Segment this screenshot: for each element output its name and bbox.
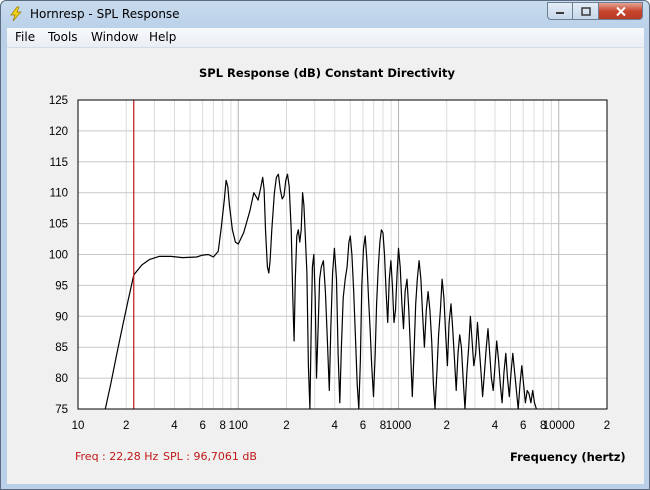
x-tick-label-1: 2 [123, 420, 129, 432]
window-title: Hornresp - SPL Response [30, 7, 180, 21]
menu-window[interactable]: Window [91, 30, 138, 44]
x-tick-label-4: 8 [220, 420, 226, 432]
x-tick-label-15: 10000 [543, 420, 575, 432]
y-tick-label-6: 95 [55, 280, 68, 292]
x-tick-label-12: 4 [492, 420, 499, 432]
y-tick-label-10: 75 [55, 404, 68, 416]
app-window: Hornresp - SPL Response File Tools Windo… [0, 0, 650, 490]
x-tick-label-11: 2 [444, 420, 450, 432]
x-tick-label-2: 4 [171, 420, 178, 432]
caption-buttons [547, 2, 643, 20]
close-button[interactable] [599, 2, 643, 20]
x-axis-title: Frequency (hertz) [510, 450, 626, 464]
y-tick-label-3: 110 [50, 188, 68, 200]
x-tick-label-13: 6 [520, 420, 526, 432]
close-icon [615, 6, 626, 16]
chart-area[interactable]: SPL Response (dB) Constant Directivity 1… [7, 48, 644, 484]
x-tick-label-3: 6 [199, 420, 205, 432]
spl-readout: SPL : 96,7061 dB [163, 450, 257, 463]
y-tick-label-9: 80 [55, 373, 68, 385]
x-tick-label-10: 1000 [386, 420, 412, 432]
y-tick-label-5: 100 [49, 250, 68, 262]
y-tick-label-8: 85 [55, 342, 68, 354]
x-tick-label-0: 10 [72, 420, 85, 432]
x-tick-label-8: 6 [360, 420, 366, 432]
y-tick-label-1: 120 [49, 126, 68, 138]
menu-help[interactable]: Help [149, 30, 176, 44]
x-tick-label-5: 100 [229, 420, 248, 432]
menu-bar: File Tools Window Help [7, 28, 644, 48]
lightning-bolt-icon [10, 6, 22, 22]
y-tick-label-0: 125 [49, 95, 68, 107]
minimize-icon [556, 12, 564, 14]
minimize-button[interactable] [547, 2, 573, 20]
y-tick-label-4: 105 [49, 219, 68, 231]
maximize-icon [580, 6, 591, 16]
y-tick-label-7: 90 [55, 311, 68, 323]
title-bar[interactable]: Hornresp - SPL Response [1, 1, 649, 27]
menu-tools[interactable]: Tools [48, 30, 78, 44]
x-tick-label-16: 2 [604, 420, 610, 432]
spl-chart[interactable]: 125120115110105100959085807510 2 4 6 8 100 2 4 6… [7, 48, 644, 484]
freq-readout: Freq : 22,28 Hz [75, 450, 159, 463]
y-tick-label-2: 115 [50, 157, 68, 169]
x-tick-label-6: 2 [283, 420, 289, 432]
menu-file[interactable]: File [15, 30, 35, 44]
x-tick-label-7: 4 [332, 420, 339, 432]
maximize-button[interactable] [573, 2, 599, 20]
